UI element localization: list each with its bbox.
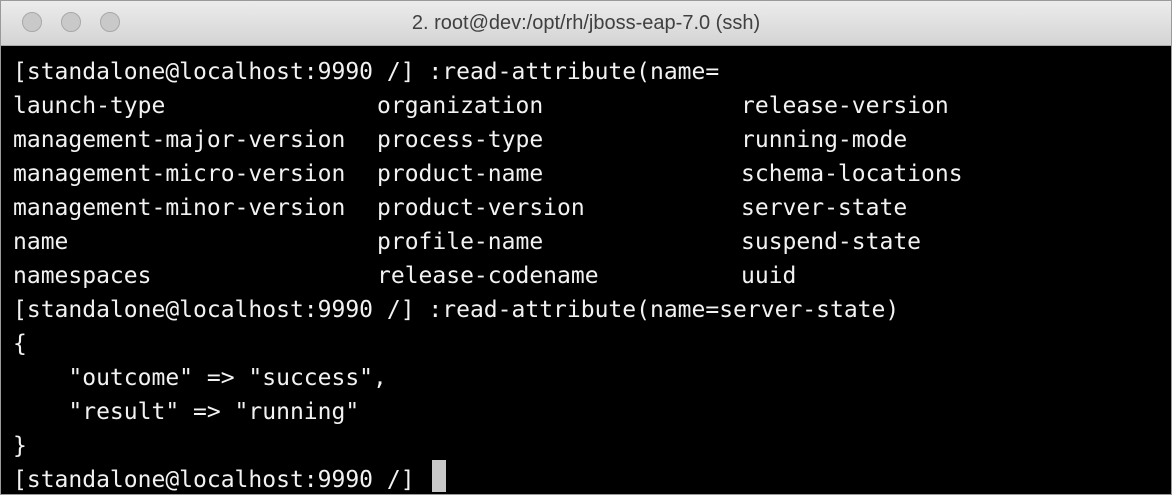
completion-row: management-major-version process-type ru… xyxy=(13,123,907,157)
terminal-window: 2. root@dev:/opt/rh/jboss-eap-7.0 (ssh) … xyxy=(0,0,1172,495)
completion-item: organization xyxy=(377,93,544,119)
command-line: [standalone@localhost:9990 /] :read-attr… xyxy=(13,297,900,323)
completion-row: management-micro-version product-name sc… xyxy=(13,157,963,191)
completion-item: profile-name xyxy=(377,229,544,255)
window-title: 2. root@dev:/opt/rh/jboss-eap-7.0 (ssh) xyxy=(411,12,761,34)
completion-item: suspend-state xyxy=(741,229,922,255)
completion-item: release-version xyxy=(741,93,949,119)
completion-item: uuid xyxy=(741,263,797,289)
output-line: "outcome" => "success", xyxy=(13,365,387,391)
completion-item: running-mode xyxy=(741,127,908,153)
output-line: } xyxy=(13,433,27,459)
title-bar[interactable]: 2. root@dev:/opt/rh/jboss-eap-7.0 (ssh) xyxy=(1,1,1171,46)
completion-item: product-name xyxy=(377,161,544,187)
completion-row: launch-type organization release-version xyxy=(13,89,949,123)
completion-item: release-codename xyxy=(377,263,599,289)
completion-item: process-type xyxy=(377,127,544,153)
completion-item: namespaces xyxy=(13,263,152,289)
completion-item: launch-type xyxy=(13,93,166,119)
completion-item: schema-locations xyxy=(741,161,963,187)
completion-item: name xyxy=(13,229,69,255)
command-line: [standalone@localhost:9990 /] :read-attr… xyxy=(13,59,720,85)
completion-row: name profile-name suspend-state xyxy=(13,225,921,259)
completion-item: management-micro-version xyxy=(13,161,346,187)
completion-item: server-state xyxy=(741,195,908,221)
completion-item: product-version xyxy=(377,195,585,221)
completion-row: namespaces release-codename uuid xyxy=(13,259,796,293)
command-prompt[interactable]: [standalone@localhost:9990 /] xyxy=(13,463,428,494)
output-line: "result" => "running" xyxy=(13,399,360,425)
completion-item: management-minor-version xyxy=(13,195,346,221)
terminal-output[interactable]: [standalone@localhost:9990 /] :read-attr… xyxy=(1,46,1171,494)
text-cursor xyxy=(432,460,446,492)
output-line: { xyxy=(13,331,27,357)
completion-item: management-major-version xyxy=(13,127,346,153)
completion-row: management-minor-version product-version… xyxy=(13,191,907,225)
